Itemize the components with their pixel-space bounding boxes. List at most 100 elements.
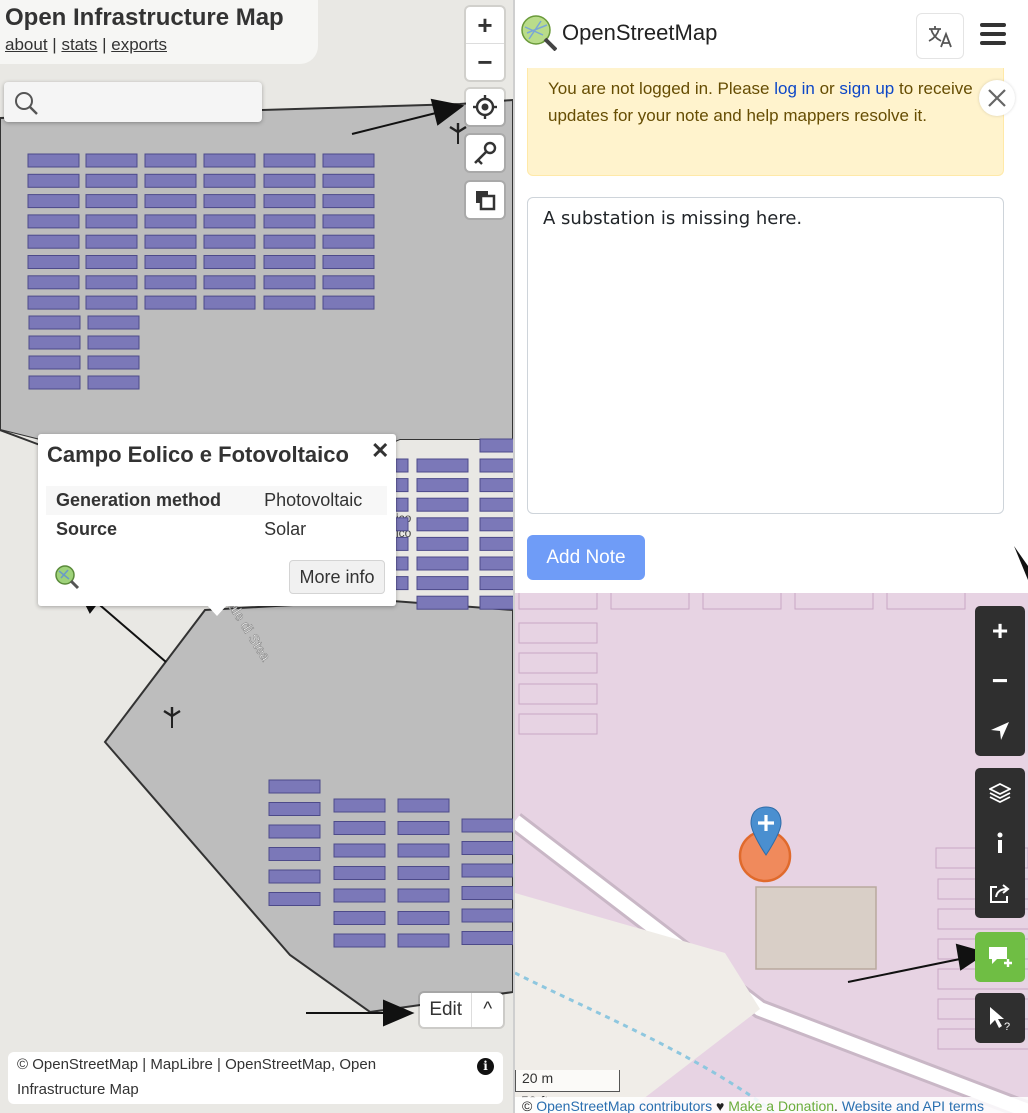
solar-panel [27,214,80,229]
add-note-icon [989,947,1012,967]
brand-name[interactable]: OpenStreetMap [562,20,717,46]
solar-panel [397,821,450,835]
solar-panel [461,841,513,855]
solar-panel [203,295,256,310]
translate-icon [928,26,952,48]
edit-menu-toggle[interactable]: ^ [472,993,503,1027]
solar-panel [333,821,386,835]
zoom-out-button[interactable]: − [466,44,504,80]
layers-icon [476,191,496,211]
contributors-link[interactable]: OpenStreetMap contributors [536,1098,712,1113]
key-control [466,135,504,171]
solar-panel [144,255,197,269]
zoom-out-button[interactable]: − [975,656,1025,706]
zoom-in-button[interactable]: + [466,7,504,44]
new-note-panel: You are not logged in. Please log in or … [515,68,1028,593]
solar-panel [479,576,513,591]
query-features-button[interactable]: ? [975,993,1025,1043]
donation-link[interactable]: Make a Donation [728,1098,834,1113]
about-link[interactable]: about [5,35,48,54]
geolocate-button[interactable] [466,89,504,125]
solar-panel [87,355,140,370]
solar-panel [479,497,513,512]
solar-panel [203,194,256,209]
login-link[interactable]: log in [774,79,815,98]
share-button[interactable] [975,868,1025,918]
stats-link[interactable]: stats [61,35,97,54]
annotation-arrow [1014,546,1028,580]
close-panel-button[interactable] [979,80,1015,116]
solar-panel [85,295,138,310]
solar-panel [263,234,316,249]
property-value: Solar [264,519,307,539]
solar-panel [479,517,513,532]
solar-panel [322,194,375,209]
solar-panel [479,556,513,571]
search-box[interactable] [4,82,262,122]
solar-panel [28,355,81,370]
solar-panel [85,173,138,188]
zoom-in-button[interactable]: + [975,606,1025,656]
search-input[interactable] [44,88,258,118]
oim-map-pane[interactable]: ale di Stea ico ico Open Infrastructur [0,0,513,1113]
solar-panel [333,888,386,903]
exports-link[interactable]: exports [111,35,167,54]
close-icon [988,89,1006,107]
solar-panel [203,214,256,229]
add-note-button[interactable]: Add Note [527,535,645,580]
solar-panel [27,153,80,168]
property-key: Source [56,519,118,539]
solar-panel [479,536,513,551]
solar-panel [28,315,81,330]
osm-map-canvas[interactable] [515,593,1028,1113]
solar-panel [144,295,197,310]
solar-panel [268,779,321,794]
solar-panel [268,892,321,906]
solar-panel [395,458,409,473]
solar-panel [322,153,375,168]
solar-panel [461,863,513,878]
share-icon [990,884,1010,903]
osm-logo-icon[interactable] [521,15,557,51]
osm-header: OpenStreetMap [515,0,1028,68]
solar-panel [461,931,513,945]
layers-button[interactable] [975,768,1025,818]
solar-panel [416,536,469,551]
solar-panel [395,517,409,532]
table-row: Source Solar [46,515,387,544]
map-key-button[interactable] [975,818,1025,868]
menu-button[interactable] [975,16,1011,52]
solar-panel [395,536,409,551]
solar-panel [461,908,513,923]
solar-panel [333,866,386,880]
legend-key-button[interactable] [466,135,504,171]
solar-panel [27,234,80,249]
note-textarea[interactable] [527,197,1004,514]
edit-control: Edit ^ [420,993,503,1027]
solar-panel [28,375,81,390]
more-info-button[interactable]: More info [289,560,385,594]
solar-panel [322,255,375,269]
popup-tip [206,604,228,616]
language-button[interactable] [916,13,964,59]
solar-panel [85,194,138,209]
cursor-question-icon: ? [990,1007,1010,1031]
solar-panel [203,275,256,290]
add-note-map-button[interactable] [975,932,1025,982]
solar-panel [203,234,256,249]
edit-button[interactable]: Edit [420,993,473,1027]
show-my-location-button[interactable] [975,706,1025,756]
layer-switcher-button[interactable] [466,182,504,218]
info-icon[interactable]: i [477,1058,494,1075]
popup-properties-table: Generation method Photovoltaic Source So… [46,486,387,544]
solar-panel [333,933,386,948]
terms-link[interactable]: Website and API terms [842,1098,984,1113]
signup-link[interactable]: sign up [839,79,894,98]
solar-panel [416,478,469,493]
osm-logo-link-icon[interactable] [54,564,80,590]
solar-panel [87,335,140,350]
popup-close-button[interactable]: ✕ [371,438,389,464]
osm-pane: OpenStreetMap You are not logged in. Ple… [515,0,1028,1113]
scale-bar: 20 m [515,1070,620,1092]
solar-panel [416,595,469,610]
